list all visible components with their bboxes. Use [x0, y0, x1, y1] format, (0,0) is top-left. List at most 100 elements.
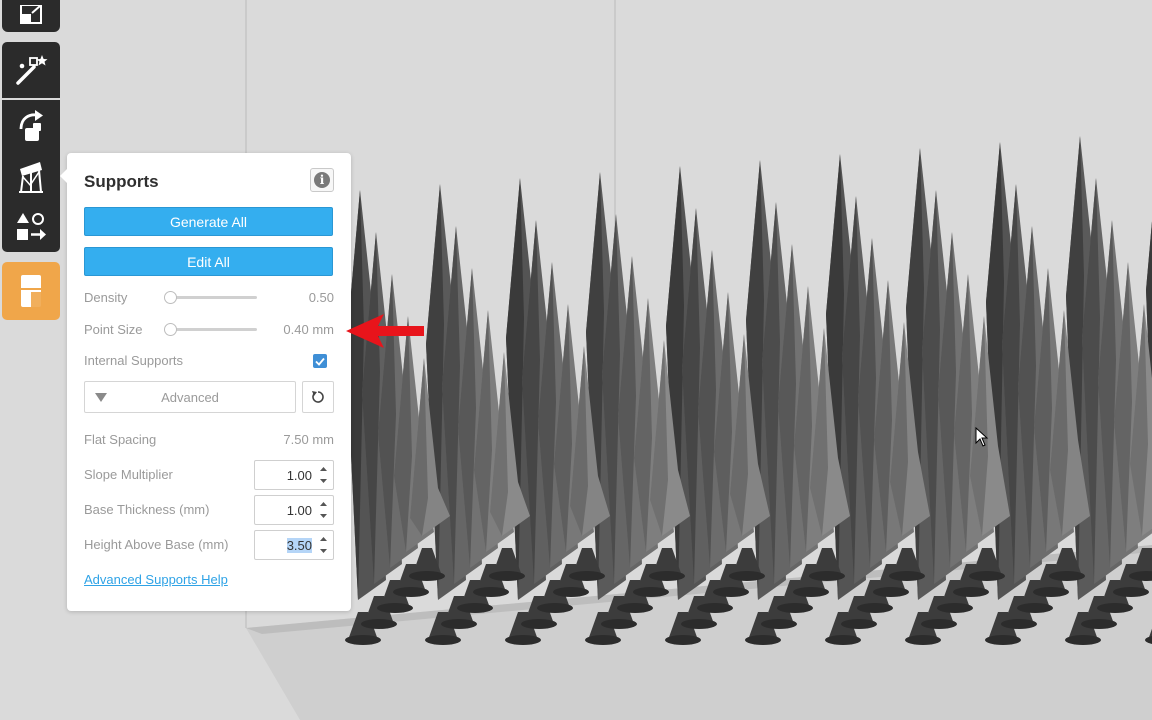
internal-supports-label: Internal Supports — [84, 353, 184, 368]
support-foot — [345, 635, 381, 645]
point-size-value: 0.40 mm — [283, 322, 334, 337]
point-size-slider[interactable] — [166, 328, 257, 331]
info-icon: i — [314, 172, 330, 188]
advanced-label: Advanced — [161, 390, 219, 405]
flat-spacing-value: 7.50 mm — [283, 432, 334, 447]
support-foot — [617, 603, 653, 613]
support-foot — [841, 619, 877, 629]
support-foot — [473, 587, 509, 597]
supports-icon — [19, 162, 43, 193]
support-foot — [921, 619, 957, 629]
support-foot — [761, 619, 797, 629]
support-foot — [1113, 587, 1149, 597]
support-foot — [441, 619, 477, 629]
magic-wand-icon — [16, 55, 48, 85]
mouse-cursor-icon — [975, 427, 989, 447]
support-foot — [425, 635, 461, 645]
height-above-base-label: Height Above Base (mm) — [84, 537, 229, 552]
support-foot — [809, 571, 845, 581]
edit-all-button[interactable]: Edit All — [84, 247, 333, 276]
support-foot — [1033, 587, 1069, 597]
support-foot — [889, 571, 925, 581]
magic-wand-tool-button[interactable] — [2, 42, 60, 98]
internal-supports-checkbox[interactable] — [313, 354, 327, 368]
support-foot — [409, 571, 445, 581]
layout-icon — [20, 5, 42, 24]
rotate-icon — [19, 110, 43, 141]
support-foot — [505, 635, 541, 645]
support-foot — [633, 587, 669, 597]
base-thickness-value: 1.00 — [286, 503, 312, 518]
support-foot — [793, 587, 829, 597]
panel-title: Supports — [84, 172, 159, 191]
support-foot — [697, 603, 733, 613]
slope-multiplier-label: Slope Multiplier — [84, 467, 173, 482]
support-foot — [985, 635, 1021, 645]
support-foot — [537, 603, 573, 613]
reset-icon — [312, 391, 324, 403]
density-slider[interactable] — [166, 296, 257, 299]
support-foot — [665, 635, 701, 645]
arrange-icon — [17, 213, 46, 240]
left-toolbar — [0, 0, 62, 720]
slope-multiplier-value: 1.00 — [286, 468, 312, 483]
support-foot — [745, 635, 781, 645]
arrange-tool-button[interactable] — [2, 202, 60, 252]
slope-multiplier-stepper[interactable]: 1.00 — [254, 460, 334, 490]
support-foot — [905, 635, 941, 645]
support-foot — [953, 587, 989, 597]
checkmark-icon — [315, 357, 325, 366]
support-foot — [585, 635, 621, 645]
support-foot — [873, 587, 909, 597]
flat-spacing-label: Flat Spacing — [84, 432, 157, 447]
advanced-dropdown[interactable]: Advanced — [84, 381, 296, 413]
support-foot — [361, 619, 397, 629]
base-thickness-label: Base Thickness (mm) — [84, 502, 210, 517]
stepper-arrows-icon[interactable] — [319, 535, 328, 555]
height-above-base-value[interactable]: 3.50 — [286, 538, 312, 553]
support-foot — [377, 603, 413, 613]
stepper-arrows-icon[interactable] — [319, 465, 328, 485]
generate-all-button[interactable]: Generate All — [84, 207, 333, 236]
support-foot — [521, 619, 557, 629]
support-foot — [1001, 619, 1037, 629]
support-foot — [1081, 619, 1117, 629]
support-foot — [1049, 571, 1085, 581]
support-foot — [937, 603, 973, 613]
stepper-arrows-icon[interactable] — [319, 500, 328, 520]
layout-tool-button[interactable] — [2, 0, 60, 32]
support-foot — [681, 619, 717, 629]
print-layer-tool-button[interactable] — [2, 262, 60, 320]
support-foot — [777, 603, 813, 613]
print-layer-icon — [21, 275, 41, 307]
supports-panel: Supports i Generate All Edit All Density… — [60, 153, 351, 611]
support-foot — [857, 603, 893, 613]
height-above-base-stepper[interactable]: 3.50 — [254, 530, 334, 560]
support-foot — [649, 571, 685, 581]
support-foot — [1097, 603, 1133, 613]
info-button[interactable]: i — [310, 168, 334, 192]
support-foot — [825, 635, 861, 645]
support-foot — [1065, 635, 1101, 645]
point-size-label: Point Size — [84, 322, 143, 337]
density-slider-handle[interactable] — [164, 291, 177, 304]
base-thickness-stepper[interactable]: 1.00 — [254, 495, 334, 525]
support-foot — [969, 571, 1005, 581]
support-foot — [489, 571, 525, 581]
support-foot — [393, 587, 429, 597]
support-foot — [713, 587, 749, 597]
support-foot — [457, 603, 493, 613]
point-size-slider-handle[interactable] — [164, 323, 177, 336]
advanced-supports-help-link[interactable]: Advanced Supports Help — [84, 572, 228, 587]
support-foot — [553, 587, 589, 597]
support-foot — [601, 619, 637, 629]
supports-tool-button[interactable] — [2, 152, 60, 202]
density-value: 0.50 — [308, 290, 334, 305]
reset-button[interactable] — [302, 381, 334, 413]
rotate-tool-button[interactable] — [2, 100, 60, 152]
support-foot — [1017, 603, 1053, 613]
density-label: Density — [84, 290, 128, 305]
red-arrow-annotation — [346, 314, 424, 348]
support-foot — [729, 571, 765, 581]
support-foot — [569, 571, 605, 581]
